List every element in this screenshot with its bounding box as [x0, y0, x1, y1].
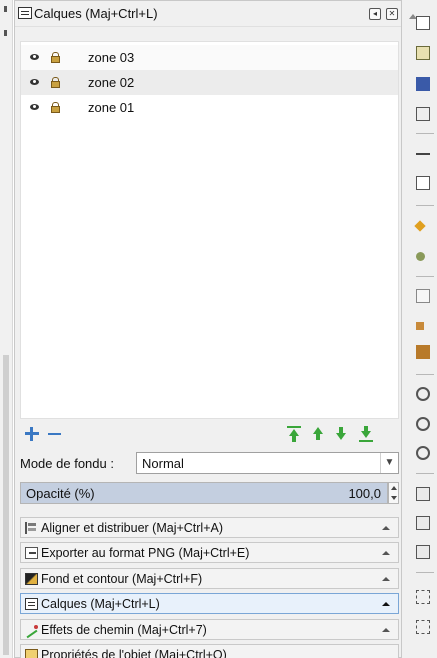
chevron-down-icon[interactable]: ▼: [380, 453, 398, 473]
blend-mode-select[interactable]: Normal ▼: [136, 452, 399, 474]
lock-icon[interactable]: [51, 52, 60, 63]
opacity-slider[interactable]: Opacité (%) 100,0: [20, 482, 388, 504]
eye-icon[interactable]: [30, 79, 39, 85]
raise-layer-button[interactable]: [310, 426, 326, 442]
toolbar-separator: [416, 473, 434, 474]
chevron-up-icon[interactable]: [382, 628, 390, 632]
layers-dock-panel: Calques (Maj+Ctrl+L) ◂ ✕ zone 03 zone 02…: [14, 0, 402, 658]
dock-tab-label: Calques (Maj+Ctrl+L): [41, 597, 160, 611]
paste-icon[interactable]: [416, 345, 430, 359]
lock-icon[interactable]: [51, 77, 60, 88]
panel-title: Calques (Maj+Ctrl+L): [34, 6, 158, 21]
dock-tab-label: Fond et contour (Maj+Ctrl+F): [41, 572, 203, 586]
ruler-tick: [4, 30, 7, 36]
open-icon[interactable]: [416, 46, 430, 60]
zoom-page-icon[interactable]: [416, 446, 430, 460]
panel-title-bar: Calques (Maj+Ctrl+L) ◂ ✕: [15, 1, 401, 27]
import-icon[interactable]: [416, 153, 430, 155]
zoom-drawing-icon[interactable]: [416, 417, 430, 431]
copy-icon[interactable]: [416, 289, 430, 303]
cut-icon[interactable]: [416, 322, 424, 330]
print-icon[interactable]: [416, 107, 430, 121]
lock-icon[interactable]: [51, 102, 60, 113]
dock-tab-fill-stroke[interactable]: Fond et contour (Maj+Ctrl+F): [20, 568, 399, 589]
eye-icon[interactable]: [30, 104, 39, 110]
dock-tab-layers[interactable]: Calques (Maj+Ctrl+L): [20, 593, 399, 614]
lower-layer-button[interactable]: [333, 426, 349, 442]
redo-icon[interactable]: [416, 252, 425, 261]
layers-icon: [18, 7, 32, 19]
undo-icon[interactable]: [414, 220, 426, 232]
layer-list[interactable]: zone 03 zone 02 zone 01: [20, 41, 399, 419]
dock-tab-label: Aligner et distribuer (Maj+Ctrl+A): [41, 521, 224, 535]
unlink-clone-icon[interactable]: [416, 545, 430, 559]
zoom-selection-icon[interactable]: [416, 387, 430, 401]
object-properties-icon: [25, 649, 38, 658]
chevron-up-icon[interactable]: [382, 551, 390, 555]
duplicate-icon[interactable]: [416, 487, 430, 501]
spin-up-icon[interactable]: [391, 486, 397, 490]
layer-name[interactable]: zone 01: [88, 100, 134, 115]
layers-icon: [25, 598, 38, 610]
toolbar-separator: [416, 205, 434, 206]
canvas-edge: [0, 0, 13, 658]
toolbar-separator: [416, 276, 434, 277]
raise-to-top-button[interactable]: [286, 426, 302, 442]
dock-tab-label: Exporter au format PNG (Maj+Ctrl+E): [41, 546, 250, 560]
chevron-up-icon[interactable]: [382, 577, 390, 581]
opacity-value: 100,0: [348, 486, 381, 501]
canvas-scrollbar[interactable]: [3, 355, 9, 655]
layer-name[interactable]: zone 03: [88, 50, 134, 65]
align-icon: [25, 522, 38, 534]
dock-tab-path-effects[interactable]: Effets de chemin (Maj+Ctrl+7): [20, 619, 399, 640]
iconify-icon[interactable]: ◂: [369, 8, 381, 20]
lower-to-bottom-button[interactable]: [358, 426, 374, 442]
layer-row-zone-01[interactable]: zone 01: [21, 95, 398, 120]
path-effects-icon: [25, 624, 38, 636]
eye-icon[interactable]: [30, 54, 39, 60]
toolbar-separator: [416, 133, 434, 134]
dock-tab-label: Effets de chemin (Maj+Ctrl+7): [41, 623, 207, 637]
dock-tab-object-properties[interactable]: Propriétés de l'objet (Maj+Ctrl+O): [20, 644, 399, 658]
spin-down-icon[interactable]: [391, 496, 397, 500]
group-icon[interactable]: [416, 590, 430, 604]
ungroup-icon[interactable]: [416, 620, 430, 634]
ruler-tick: [4, 6, 7, 12]
chevron-up-icon[interactable]: [382, 602, 390, 606]
export-icon: [25, 547, 38, 559]
fill-stroke-icon: [25, 573, 38, 585]
export-icon[interactable]: [416, 176, 430, 190]
blend-mode-label: Mode de fondu :: [20, 456, 114, 471]
opacity-spinner[interactable]: [388, 482, 399, 504]
opacity-label: Opacité (%): [26, 486, 95, 501]
chevron-up-icon[interactable]: [382, 526, 390, 530]
toolbar-separator: [416, 374, 434, 375]
blend-mode-value: Normal: [142, 456, 184, 471]
add-layer-button[interactable]: [24, 426, 40, 442]
remove-layer-button[interactable]: [47, 426, 63, 442]
dock-tab-label: Propriétés de l'objet (Maj+Ctrl+O): [41, 648, 227, 658]
layer-row-zone-02[interactable]: zone 02: [21, 70, 398, 95]
commands-toolbar: [402, 0, 437, 658]
dock-tab-align[interactable]: Aligner et distribuer (Maj+Ctrl+A): [20, 517, 399, 538]
layer-name[interactable]: zone 02: [88, 75, 134, 90]
close-icon[interactable]: ✕: [386, 8, 398, 20]
dock-tab-export-png[interactable]: Exporter au format PNG (Maj+Ctrl+E): [20, 542, 399, 563]
save-icon[interactable]: [416, 77, 430, 91]
toolbar-separator: [416, 572, 434, 573]
layer-row-zone-03[interactable]: zone 03: [21, 45, 398, 70]
clone-icon[interactable]: [416, 516, 430, 530]
new-document-icon[interactable]: [416, 16, 430, 30]
